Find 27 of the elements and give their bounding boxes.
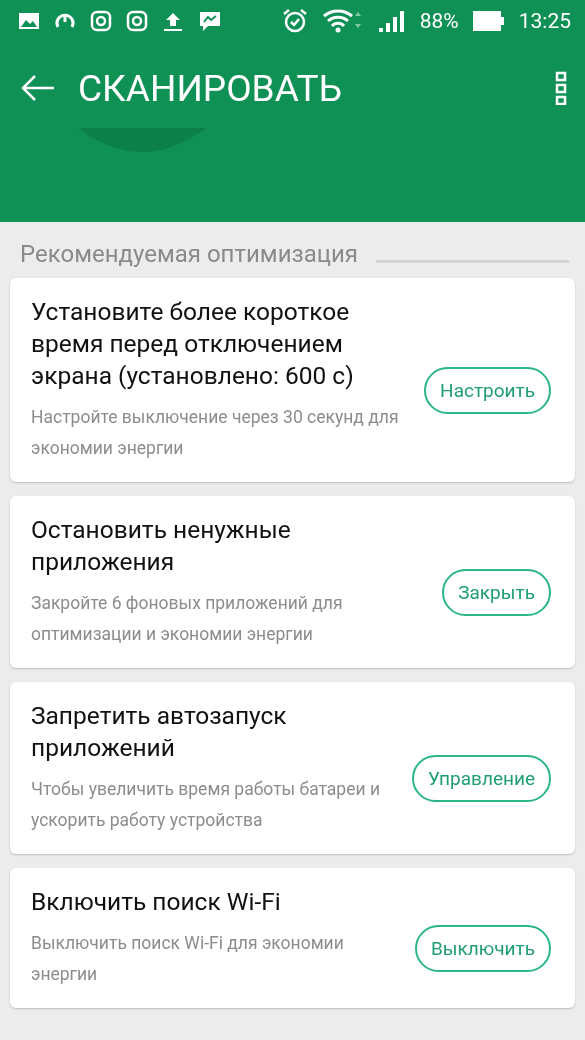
card-description: Чтобы увеличить время работы батареи и ускорить работу устройства bbox=[31, 778, 381, 832]
chat-bubble-icon bbox=[198, 9, 222, 33]
more-menu-icon[interactable] bbox=[555, 71, 567, 105]
alarm-icon bbox=[281, 8, 308, 34]
clock: 13:25 bbox=[518, 9, 571, 33]
card-title: Остановить ненужные приложения bbox=[31, 514, 292, 578]
screen-title: СКАНИРОВАТЬ bbox=[78, 66, 343, 110]
camera-icon bbox=[126, 10, 148, 32]
action-button[interactable]: Закрыть bbox=[442, 568, 551, 616]
wifi-icon bbox=[321, 8, 364, 34]
battery-icon bbox=[472, 11, 505, 31]
action-button[interactable]: Управление bbox=[412, 754, 551, 802]
gallery-icon bbox=[18, 12, 40, 30]
back-arrow-icon[interactable] bbox=[20, 74, 56, 102]
card-title: Запретить автозапуск приложений bbox=[31, 700, 288, 764]
card-description: Выключить поиск Wi-Fi для экономии энергии bbox=[31, 932, 345, 986]
battery-percent: 88% bbox=[419, 9, 459, 33]
card-title: Включить поиск Wi-Fi bbox=[31, 886, 282, 918]
action-button[interactable]: Настроить bbox=[424, 366, 551, 414]
action-button[interactable]: Выключить bbox=[414, 924, 551, 972]
signal-icon bbox=[377, 9, 406, 33]
card-title: Установите более короткое время перед отключением экрана (установлено: 600 с) bbox=[31, 296, 355, 392]
card-description: Закройте 6 фоновых приложений для оптимизации и экономии энергии bbox=[31, 592, 344, 646]
camera-icon bbox=[90, 10, 112, 32]
section-title: Рекомендуемая оптимизация bbox=[20, 240, 358, 268]
upload-icon bbox=[162, 10, 184, 32]
card-description: Настройте выключение через 30 секунд для экономии энергии bbox=[31, 406, 400, 460]
